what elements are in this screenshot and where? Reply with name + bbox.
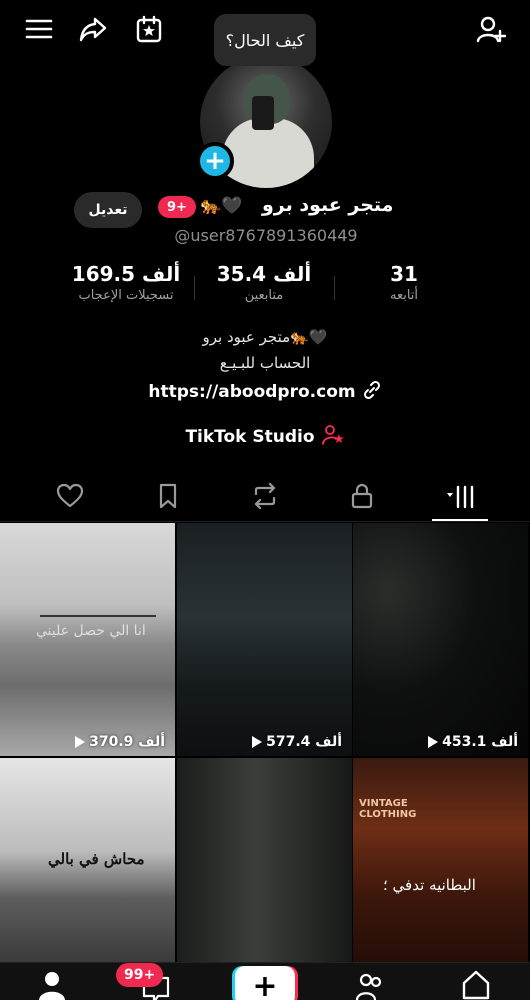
video-views: 370.9 ألف [73,734,165,750]
stat-followers[interactable]: 35.4 ألف متابعين [194,262,334,303]
stat-following[interactable]: 31 أتابعه [334,262,474,303]
view-count: 370.9 ألف [89,734,165,750]
video-overlay-text: محاش في بالي [48,850,145,868]
tab-private[interactable] [334,474,390,518]
tiktok-studio-label: TikTok Studio [185,427,315,447]
play-icon [252,736,263,748]
stat-followers-value: 35.4 ألف [216,262,312,286]
video-overlay-text: انا الي حصل عليني [36,623,146,639]
stat-following-value: 31 [390,262,418,286]
video-tile[interactable]: 577.4 ألف [177,523,352,756]
video-tile[interactable] [177,758,352,991]
tiktok-studio-link[interactable]: TikTok Studio [0,424,530,450]
repost-icon [254,482,276,510]
notification-badge: 9+ [158,196,196,218]
video-tile[interactable]: محاش في بالي [0,758,175,991]
video-views: 577.4 ألف [250,734,342,750]
tab-videos[interactable] [432,474,488,518]
view-count: 453.1 ألف [442,734,518,750]
video-views: 453.1 ألف [426,734,518,750]
tabs-divider [0,521,530,522]
share-icon[interactable] [76,12,110,46]
view-count: 577.4 ألف [266,734,342,750]
name-emoji: 🐅🖤 [200,196,243,216]
stat-likes-value: 169.5 ألف [71,262,181,286]
username[interactable]: @user8767891360449 [0,226,530,245]
stat-following-label: أتابعه [389,288,419,303]
creator-star-icon [321,424,345,450]
tab-liked[interactable] [42,474,98,518]
play-icon [75,736,86,748]
friends-icon [355,973,382,1000]
bio-link[interactable]: https://aboodpro.com [0,380,530,404]
home-icon [462,970,490,1000]
bio-link-text: https://aboodpro.com [148,382,356,402]
video-tile[interactable]: 453.1 ألف [353,523,528,756]
pier-line [40,615,156,617]
vintage-sign: VINTAGE CLOTHING [359,798,417,820]
menu-icon[interactable] [22,12,56,46]
edit-profile-button[interactable]: تعديل [74,192,142,228]
nav-profile[interactable] [34,968,70,1000]
inbox-badge: 99+ [116,963,164,987]
bookmark-icon [159,483,177,509]
bio-line-1: متجر عبود برو🐅🖤 [202,328,328,346]
username-text: @user8767891360449 [174,226,358,245]
profile-icon [39,972,65,1000]
play-icon [428,736,439,748]
tab-reposts[interactable] [237,474,293,518]
heart-icon [56,483,84,508]
stat-likes-label: تسجيلات الإعجاب [78,288,174,303]
video-tile[interactable]: VINTAGE CLOTHING البطانيه تدفي ؛ [353,758,528,991]
display-name: متجر عبود برو [262,194,394,216]
nav-home[interactable] [458,968,494,1000]
name-row: متجر عبود برو 🐅🖤 9+ تعديل [0,192,530,228]
status-bubble[interactable]: كيف الحال؟ [214,14,316,66]
video-tile[interactable]: انا الي حصل عليني 370.9 ألف [0,523,175,756]
add-story-button[interactable]: + [196,142,234,180]
bio-line-2: الحساب للبـيـع [219,354,311,372]
calendar-star-icon[interactable] [132,12,166,46]
tab-favorites[interactable] [140,474,196,518]
stat-followers-label: متابعين [244,288,284,303]
nav-friends[interactable] [352,970,388,1000]
stat-likes[interactable]: 169.5 ألف تسجيلات الإعجاب [56,262,196,303]
video-overlay-text: البطانيه تدفي ؛ [383,876,476,894]
grid-bars-icon [447,485,474,509]
create-button[interactable]: + [235,966,295,1000]
add-friend-icon[interactable] [474,12,508,46]
avatar-phone [252,96,274,130]
link-icon [362,380,382,404]
lock-icon [351,483,373,509]
